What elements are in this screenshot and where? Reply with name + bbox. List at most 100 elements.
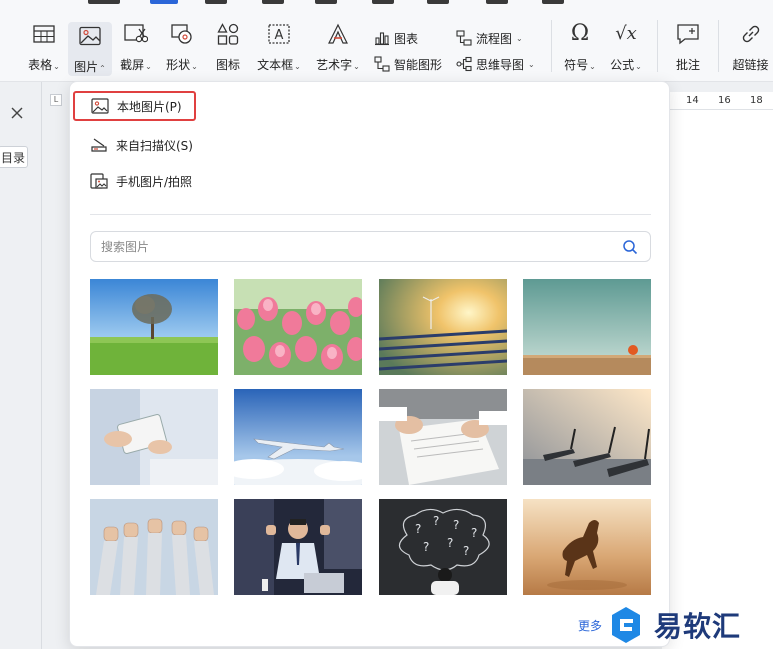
ribbon-divider (657, 20, 658, 72)
search-icon[interactable] (622, 239, 638, 255)
shape-label: 形状 (166, 58, 191, 72)
image-thumbnail-gym-treadmills[interactable] (523, 389, 651, 485)
local-image-option[interactable]: 本地图片(P) (73, 91, 196, 121)
image-thumbnail-raised-fists[interactable] (90, 499, 218, 595)
textbox-label: 文本框 (257, 58, 294, 72)
close-icon[interactable] (8, 104, 26, 122)
image-thumbnail-running-horse[interactable] (523, 499, 651, 595)
ruler-mark: 16 (718, 95, 731, 106)
chevron-down-icon: ⌄ (635, 62, 642, 71)
smartart-label: 智能图形 (394, 57, 443, 72)
shape-icon (168, 20, 196, 48)
table-label: 表格 (28, 58, 53, 72)
formula-icon: √x (615, 23, 637, 44)
svg-text:?: ? (423, 540, 429, 554)
ruler-mark: 18 (750, 95, 763, 106)
from-scanner-label: 来自扫描仪(S) (116, 138, 193, 153)
tab-indicator (372, 0, 394, 4)
tab-indicator (205, 0, 227, 4)
tab-indicator (262, 0, 284, 4)
icon-library-label: 图标 (215, 58, 240, 72)
svg-text:A: A (275, 28, 284, 43)
image-thumbnail-tree-field[interactable] (90, 279, 218, 375)
wordart-button[interactable]: 艺术字⌄ (312, 20, 364, 76)
tab-indicator-active (150, 0, 178, 4)
chevron-down-icon: ⌄ (528, 59, 535, 69)
chevron-down-icon: ⌄ (53, 62, 60, 71)
chevron-up-icon: ⌃ (99, 64, 106, 73)
image-thumbnail-tulips[interactable] (234, 279, 362, 375)
comment-icon (674, 20, 702, 48)
flowchart-button[interactable]: 流程图 ⌄ (456, 28, 523, 48)
ribbon-tab-strip (0, 0, 773, 14)
wordart-label: 艺术字 (316, 58, 353, 72)
image-thumbnail-solar-sunset[interactable] (379, 279, 507, 375)
from-scanner-option[interactable]: 来自扫描仪(S) (90, 132, 193, 158)
ribbon-toolbar: 表格⌄ 图片⌃ 截屏⌄ 形状⌄ 图标 A 文本框⌄ 艺术字⌄ 图表 智能图形 流… (0, 0, 773, 82)
svg-text:?: ? (447, 536, 453, 550)
chevron-down-icon: ⌄ (353, 62, 360, 71)
mindmap-button[interactable]: 思维导图 ⌄ (456, 54, 535, 74)
ruler-tab-selector[interactable]: L (50, 94, 62, 106)
horizontal-ruler: 14 16 18 (662, 92, 773, 110)
image-thumbnail-apple-wall[interactable] (523, 279, 651, 375)
menu-divider (90, 214, 651, 215)
icon-library-button[interactable]: 图标 (210, 20, 246, 76)
smartart-button[interactable]: 智能图形 (374, 54, 442, 74)
comment-button[interactable]: 批注 (670, 20, 706, 76)
chevron-down-icon: ⌄ (145, 62, 152, 71)
image-thumbnail-businessman-cheering[interactable] (234, 499, 362, 595)
screenshot-button[interactable]: 截屏⌄ (116, 20, 156, 76)
svg-text:?: ? (453, 518, 459, 532)
symbol-button[interactable]: Ω 符号⌄ (560, 20, 600, 76)
image-insert-menu: 本地图片(P) 来自扫描仪(S) 手机图片/拍照 搜索图片 ? ? ? ? ? … (69, 81, 670, 647)
formula-button[interactable]: √x 公式⌄ (606, 20, 646, 76)
tab-indicator (486, 0, 508, 4)
watermark-logo: 易软汇 (606, 600, 773, 649)
mindmap-icon (456, 56, 472, 72)
image-search-box (90, 231, 651, 262)
icon-grid-icon (214, 20, 242, 48)
more-images-link[interactable]: 更多 (578, 617, 602, 634)
hyperlink-label: 超链接 (732, 58, 769, 72)
table-button[interactable]: 表格⌄ (24, 20, 64, 76)
shape-button[interactable]: 形状⌄ (162, 20, 202, 76)
svg-text:?: ? (471, 526, 477, 540)
chevron-down-icon: ⌄ (294, 62, 301, 71)
phone-photo-icon (90, 172, 108, 190)
image-thumbnail-tablet-hands[interactable] (90, 389, 218, 485)
phone-image-label: 手机图片/拍照 (116, 174, 193, 189)
image-thumbnail-question-chalkboard[interactable]: ???? ??? (379, 499, 507, 595)
tab-indicator (88, 0, 120, 4)
svg-text:?: ? (433, 514, 439, 528)
bar-chart-icon (375, 32, 389, 46)
image-label: 图片 (74, 60, 99, 74)
screenshot-label: 截屏 (120, 58, 145, 72)
image-button[interactable]: 图片⌃ (68, 22, 112, 76)
image-thumbnail-documents-signing[interactable] (379, 389, 507, 485)
ribbon-divider (551, 20, 552, 72)
ruler-mark: 14 (686, 95, 699, 106)
textbox-button[interactable]: A 文本框⌄ (254, 20, 304, 76)
phone-image-option[interactable]: 手机图片/拍照 (90, 168, 192, 194)
link-icon (737, 20, 765, 48)
chart-button[interactable]: 图表 (374, 28, 418, 48)
comment-label: 批注 (675, 58, 700, 72)
textbox-icon: A (265, 20, 293, 48)
image-thumbnail-airplane-sky[interactable] (234, 389, 362, 485)
navigation-pane: 目录 (0, 82, 42, 649)
chevron-down-icon: ⌄ (516, 33, 523, 43)
hyperlink-button[interactable]: 超链接 (728, 20, 773, 76)
symbol-label: 符号 (564, 58, 589, 72)
toc-button[interactable]: 目录 (0, 146, 28, 168)
image-search-input[interactable] (101, 232, 611, 261)
ribbon-divider (718, 20, 719, 72)
document-page[interactable] (662, 110, 773, 649)
svg-text:?: ? (415, 522, 421, 536)
chart-label: 图表 (394, 31, 419, 46)
logo-icon (612, 606, 640, 643)
svg-text:?: ? (463, 544, 469, 558)
image-icon (76, 22, 104, 50)
flowchart-icon (456, 30, 472, 46)
table-icon (30, 20, 58, 48)
